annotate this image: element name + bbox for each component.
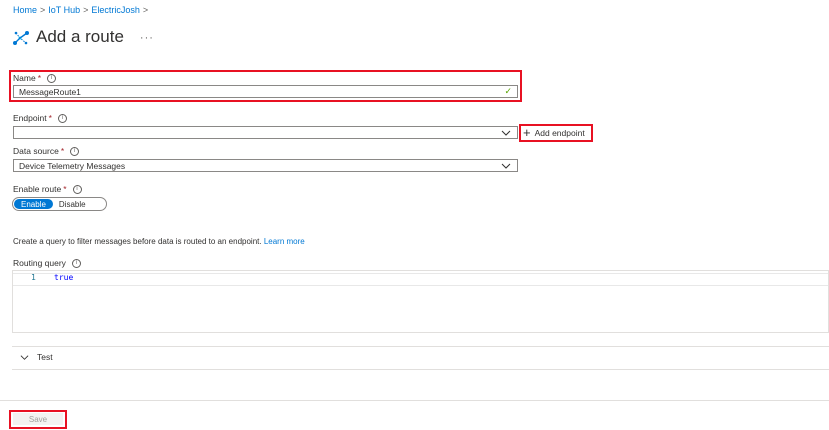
routing-query-label: Routing query i	[13, 258, 81, 268]
query-code[interactable]: true	[54, 273, 73, 282]
chevron-down-icon	[20, 354, 29, 360]
routing-query-editor[interactable]: 1 true	[12, 270, 829, 333]
info-icon[interactable]: i	[57, 113, 67, 123]
breadcrumb-home[interactable]: Home	[13, 5, 37, 15]
breadcrumb-separator: >	[40, 5, 46, 15]
breadcrumb-separator: >	[83, 5, 89, 15]
name-label: Name * i	[13, 73, 56, 83]
data-source-label: Data source * i	[13, 146, 80, 156]
line-number: 1	[31, 273, 36, 282]
footer-divider	[0, 400, 829, 401]
test-label: Test	[37, 352, 53, 362]
divider	[12, 369, 829, 370]
add-endpoint-label: Add endpoint	[534, 128, 585, 138]
data-source-value: Device Telemetry Messages	[19, 160, 126, 171]
page-title: Add a route	[36, 26, 124, 46]
query-description: Create a query to filter messages before…	[13, 237, 305, 246]
breadcrumb-separator: >	[142, 5, 149, 15]
title-row: Add a route ···	[11, 25, 154, 48]
plus-icon: +	[523, 125, 531, 140]
breadcrumb-iot-hub[interactable]: IoT Hub	[48, 5, 80, 15]
learn-more-link[interactable]: Learn more	[264, 237, 305, 246]
data-source-dropdown[interactable]: Device Telemetry Messages	[13, 159, 518, 172]
info-icon[interactable]: i	[72, 184, 82, 194]
save-button[interactable]: Save	[13, 413, 63, 425]
name-input-value: MessageRoute1	[19, 86, 81, 97]
info-icon[interactable]: i	[47, 73, 56, 83]
info-icon[interactable]: i	[70, 146, 80, 156]
enable-option[interactable]: Enable	[14, 199, 53, 209]
disable-option[interactable]: Disable	[53, 200, 92, 209]
chevron-down-icon	[501, 163, 511, 169]
endpoint-dropdown[interactable]	[13, 126, 518, 139]
name-input[interactable]: MessageRoute1 ✓	[13, 85, 518, 98]
test-section-toggle[interactable]: Test	[20, 352, 53, 362]
endpoint-label: Endpoint * i	[13, 113, 67, 123]
divider	[12, 346, 829, 347]
breadcrumb: Home > IoT Hub > ElectricJosh >	[13, 5, 148, 15]
info-icon[interactable]: i	[71, 258, 81, 268]
enable-route-toggle: Enable Disable	[12, 197, 107, 211]
enable-route-label: Enable route * i	[13, 184, 82, 194]
editor-current-line	[13, 273, 828, 286]
breadcrumb-electricjosh[interactable]: ElectricJosh	[91, 5, 140, 15]
more-options-icon[interactable]: ···	[140, 32, 154, 44]
checkmark-icon: ✓	[504, 86, 512, 96]
add-endpoint-button[interactable]: + Add endpoint	[523, 125, 585, 140]
route-icon	[13, 31, 29, 45]
chevron-down-icon	[501, 130, 511, 136]
